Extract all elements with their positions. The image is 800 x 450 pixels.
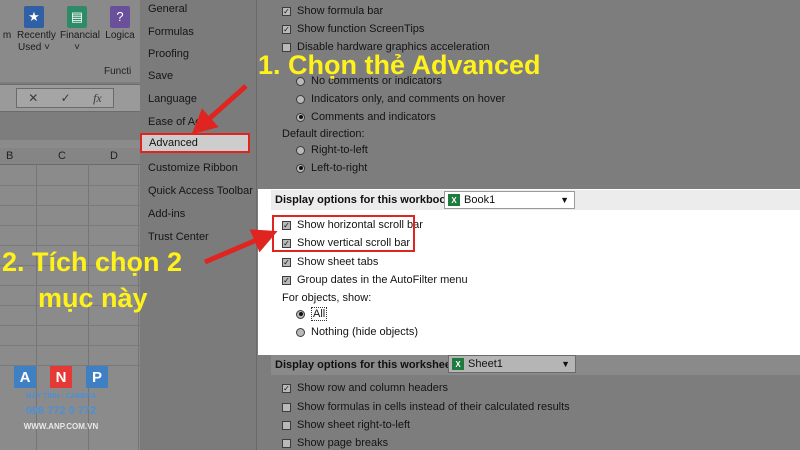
arrow-to-checkboxes: [204, 229, 278, 265]
logo-website: WWW.ANP.COM.VN: [23, 422, 99, 431]
anp-logo: A N P MÁY TÍNH - CAMERA 098 772 0 772 WW…: [12, 366, 110, 440]
logo-letter: A: [14, 366, 36, 388]
logo-tagline: MÁY TÍNH - CAMERA: [25, 393, 97, 400]
logo-letter: N: [50, 366, 72, 388]
logo-letter: P: [86, 366, 108, 388]
annotation-arrows: [191, 84, 278, 265]
logo-phone: 098 772 0 772: [25, 405, 97, 417]
arrow-to-advanced: [191, 84, 248, 135]
